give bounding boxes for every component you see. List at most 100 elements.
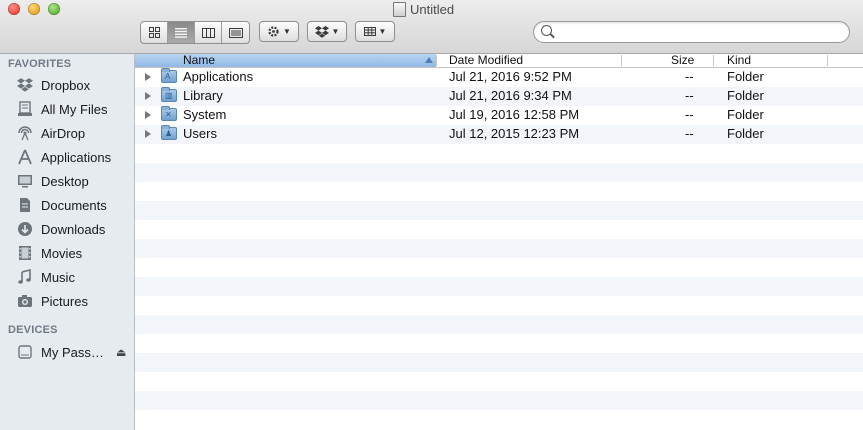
dropbox-menu-button[interactable]: ▼ xyxy=(307,21,347,42)
sidebar: FAVORITES Dropbox All My Files AirDrop A… xyxy=(0,54,135,430)
folder-icon: ✕ xyxy=(161,106,177,121)
sidebar-item-label: Documents xyxy=(41,197,107,213)
folder-icon: A xyxy=(161,68,177,83)
column-header-label: Date Modified xyxy=(449,53,524,67)
column-divider[interactable] xyxy=(621,55,622,66)
empty-row xyxy=(135,372,863,391)
file-row-library[interactable]: ▥ Library Jul 21, 2016 9:34 PM -- Folder xyxy=(135,87,863,106)
file-list: A Applications Jul 21, 2016 9:52 PM -- F… xyxy=(135,68,863,430)
airdrop-icon xyxy=(16,124,34,142)
sidebar-item-label: Music xyxy=(41,269,75,285)
cover-flow-icon xyxy=(228,27,243,38)
arrange-menu-button[interactable]: ▼ xyxy=(355,21,395,42)
file-date-modified: Jul 12, 2015 12:23 PM xyxy=(449,126,580,141)
sort-ascending-icon xyxy=(425,57,433,63)
file-size: -- xyxy=(685,88,694,103)
cover-flow-view-button[interactable] xyxy=(222,22,249,43)
column-header-size[interactable]: Size xyxy=(671,54,711,67)
sidebar-item-dropbox[interactable]: Dropbox xyxy=(0,74,134,96)
desktop-icon xyxy=(16,172,34,190)
column-view-icon xyxy=(201,27,215,38)
file-name: Library xyxy=(183,88,223,103)
sidebar-item-label: Dropbox xyxy=(41,77,91,93)
downloads-icon xyxy=(16,220,34,238)
drive-icon xyxy=(16,343,34,361)
minimize-window-button[interactable] xyxy=(28,3,40,15)
dropbox-icon xyxy=(314,25,329,38)
folder-icon: ♟ xyxy=(161,125,177,140)
column-header-label: Kind xyxy=(727,53,752,67)
empty-row xyxy=(135,220,863,239)
folder-icon: ▥ xyxy=(161,87,177,102)
file-size: -- xyxy=(685,107,694,122)
search-input[interactable] xyxy=(558,24,842,42)
sidebar-item-airdrop[interactable]: AirDrop xyxy=(0,122,134,144)
file-size: -- xyxy=(685,126,694,141)
movies-icon xyxy=(16,244,34,262)
file-name: System xyxy=(183,107,227,122)
sidebar-item-my-passport[interactable]: My Pass… ⏏ xyxy=(0,341,134,363)
disclosure-triangle-icon[interactable] xyxy=(145,130,151,138)
sidebar-item-downloads[interactable]: Downloads xyxy=(0,218,134,240)
sidebar-item-label: All My Files xyxy=(41,101,108,117)
empty-row xyxy=(135,296,863,315)
empty-row xyxy=(135,334,863,353)
gear-icon xyxy=(268,26,279,37)
dropbox-icon xyxy=(16,76,34,94)
sidebar-item-label: Desktop xyxy=(41,173,89,189)
column-divider[interactable] xyxy=(713,55,714,66)
view-mode-buttons xyxy=(140,21,250,44)
document-icon xyxy=(393,1,406,17)
sidebar-item-desktop[interactable]: Desktop xyxy=(0,170,134,192)
file-row-users[interactable]: ♟ Users Jul 12, 2015 12:23 PM -- Folder xyxy=(135,125,863,144)
column-divider[interactable] xyxy=(436,55,437,66)
column-header-kind[interactable]: Kind xyxy=(727,54,827,67)
documents-icon xyxy=(16,196,34,214)
sidebar-item-music[interactable]: Music xyxy=(0,266,134,288)
chevron-down-icon: ▼ xyxy=(331,27,340,36)
disclosure-triangle-icon[interactable] xyxy=(145,111,151,119)
favorites-header: FAVORITES xyxy=(8,58,72,70)
window-title: Untitled xyxy=(393,1,454,17)
applications-icon xyxy=(16,148,34,166)
all-files-icon xyxy=(16,100,34,118)
file-kind: Folder xyxy=(727,107,764,122)
sidebar-item-movies[interactable]: Movies xyxy=(0,242,134,264)
column-header-name[interactable]: Name xyxy=(135,54,436,67)
music-icon xyxy=(16,268,34,286)
toolbar: Untitled ▼ ▼ ▼ xyxy=(0,0,863,54)
empty-row xyxy=(135,353,863,372)
sidebar-item-applications[interactable]: Applications xyxy=(0,146,134,168)
sidebar-item-all-my-files[interactable]: All My Files xyxy=(0,98,134,120)
window-title-text: Untitled xyxy=(410,1,455,17)
sidebar-item-label: Movies xyxy=(41,245,83,261)
action-menu-button[interactable]: ▼ xyxy=(259,21,299,42)
sidebar-item-pictures[interactable]: Pictures xyxy=(0,290,134,312)
sidebar-item-label: AirDrop xyxy=(41,125,86,141)
file-row-applications[interactable]: A Applications Jul 21, 2016 9:52 PM -- F… xyxy=(135,68,863,87)
list-view-button[interactable] xyxy=(168,22,195,43)
icon-view-button[interactable] xyxy=(141,22,168,43)
file-name: Applications xyxy=(183,69,254,84)
sidebar-item-documents[interactable]: Documents xyxy=(0,194,134,216)
devices-header: DEVICES xyxy=(8,324,58,336)
column-header-date-modified[interactable]: Date Modified xyxy=(449,54,649,67)
empty-row xyxy=(135,277,863,296)
column-divider[interactable] xyxy=(827,55,828,66)
empty-row xyxy=(135,410,863,429)
disclosure-triangle-icon[interactable] xyxy=(145,92,151,100)
empty-row xyxy=(135,239,863,258)
sidebar-item-label: Pictures xyxy=(41,293,88,309)
disclosure-triangle-icon[interactable] xyxy=(145,73,151,81)
column-view-button[interactable] xyxy=(195,22,222,43)
close-window-button[interactable] xyxy=(8,3,20,15)
file-kind: Folder xyxy=(727,126,764,141)
empty-row xyxy=(135,201,863,220)
file-name: Users xyxy=(183,126,217,141)
file-kind: Folder xyxy=(727,69,764,84)
file-row-system[interactable]: ✕ System Jul 19, 2016 12:58 PM -- Folder xyxy=(135,106,863,125)
zoom-window-button[interactable] xyxy=(48,3,60,15)
eject-icon[interactable]: ⏏ xyxy=(116,346,126,359)
chevron-down-icon: ▼ xyxy=(378,27,387,36)
search-field[interactable] xyxy=(533,21,850,43)
